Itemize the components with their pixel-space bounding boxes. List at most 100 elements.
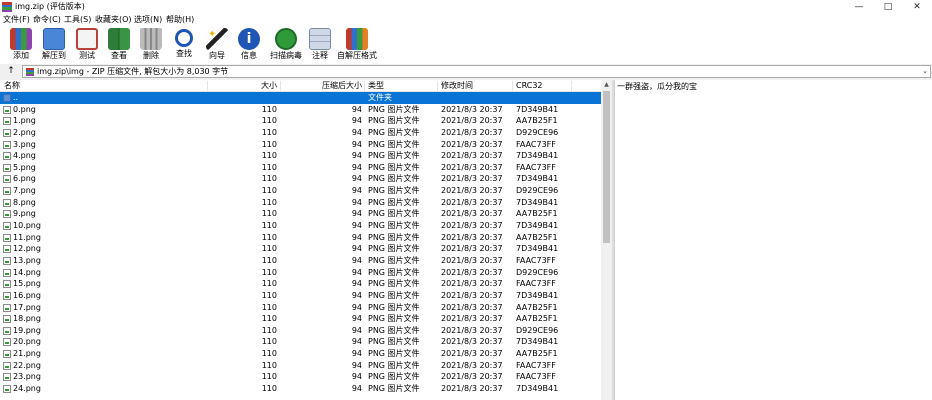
png-file-icon	[3, 361, 11, 370]
file-crc: 7D349B41	[516, 290, 559, 300]
file-row[interactable]: 6.png 110 94 PNG 图片文件 2021/8/3 20:37 7D349B41	[0, 173, 601, 185]
file-modified: 2021/8/3 20:37	[441, 314, 503, 324]
maximize-button[interactable]: □	[873, 0, 903, 14]
delete-button[interactable]: 删除	[136, 26, 166, 64]
file-row[interactable]: 21.png 110 94 PNG 图片文件 2021/8/3 20:37 AA7B25F…	[0, 348, 601, 360]
file-row[interactable]: 16.png 110 94 PNG 图片文件 2021/8/3 20:37 7D349B4…	[0, 290, 601, 302]
file-row[interactable]: 10.png 110 94 PNG 图片文件 2021/8/3 20:37 7D349B4…	[0, 220, 601, 232]
file-row[interactable]: 0.png 110 94 PNG 图片文件 2021/8/3 20:37 7D349B41	[0, 104, 601, 116]
menu-help[interactable]: 帮助(H)	[166, 14, 194, 26]
file-packed-size: 94	[351, 255, 362, 265]
path-field[interactable]: img.zip\img - ZIP 压缩文件, 解包大小为 8,030 字节 ⌄	[22, 65, 931, 78]
file-crc: FAAC73FF	[516, 360, 556, 370]
file-crc: FAAC73FF	[516, 279, 556, 289]
file-row[interactable]: 23.png 110 94 PNG 图片文件 2021/8/3 20:37 FAAC73F…	[0, 371, 601, 383]
view-button[interactable]: 查看	[104, 26, 134, 64]
file-row[interactable]: 14.png 110 94 PNG 图片文件 2021/8/3 20:37 D929CE9…	[0, 267, 601, 279]
extract-to-button[interactable]: 解压到	[38, 26, 70, 64]
extract-folder-icon	[43, 28, 65, 50]
file-name: 9.png	[13, 209, 36, 219]
png-file-icon	[3, 175, 11, 184]
file-type: PNG 图片文件	[368, 372, 420, 382]
info-button[interactable]: i 信息	[234, 26, 264, 64]
menu-tools[interactable]: 工具(S)	[64, 14, 91, 26]
file-row[interactable]: 15.png 110 94 PNG 图片文件 2021/8/3 20:37 FAAC73F…	[0, 278, 601, 290]
comment-button[interactable]: 注释	[306, 26, 334, 64]
file-size: 110	[261, 186, 277, 196]
up-arrow-icon[interactable]: ↑	[4, 65, 18, 78]
file-packed-size: 94	[351, 302, 362, 312]
column-type[interactable]: 类型	[368, 80, 384, 92]
file-type: PNG 图片文件	[368, 127, 420, 137]
file-size: 110	[261, 360, 277, 370]
minimize-button[interactable]: —	[844, 0, 874, 14]
file-crc: 7D349B41	[516, 337, 559, 347]
file-row[interactable]: 5.png 110 94 PNG 图片文件 2021/8/3 20:37 FAAC73FF	[0, 162, 601, 174]
menu-file[interactable]: 文件(F)	[3, 14, 30, 26]
menu-favorites[interactable]: 收藏夹(O)	[95, 14, 132, 26]
column-divider[interactable]	[364, 81, 365, 91]
column-divider[interactable]	[280, 81, 281, 91]
file-name: 0.png	[13, 104, 36, 114]
file-name: ..	[13, 93, 19, 102]
column-divider[interactable]	[207, 81, 208, 91]
file-row[interactable]: 24.png 110 94 PNG 图片文件 2021/8/3 20:37 7D349B4…	[0, 383, 601, 395]
file-name: 11.png	[13, 232, 41, 242]
scroll-up-icon[interactable]: ▲	[601, 80, 612, 90]
file-name: 1.png	[13, 116, 36, 126]
file-row[interactable]: 2.png 110 94 PNG 图片文件 2021/8/3 20:37 D929CE96	[0, 127, 601, 139]
png-file-icon	[3, 245, 11, 254]
virus-scan-button[interactable]: 扫描病毒	[266, 26, 306, 64]
column-packed[interactable]: 压缩后大小	[322, 80, 362, 92]
close-button[interactable]: ✕	[902, 0, 932, 14]
column-modified[interactable]: 修改时间	[441, 80, 473, 92]
file-packed-size: 94	[351, 349, 362, 359]
file-row[interactable]: 20.png 110 94 PNG 图片文件 2021/8/3 20:37 7D349B4…	[0, 336, 601, 348]
column-crc[interactable]: CRC32	[516, 80, 543, 92]
chevron-down-icon[interactable]: ⌄	[922, 66, 928, 77]
file-packed-size: 94	[351, 325, 362, 335]
column-size[interactable]: 大小	[261, 80, 277, 92]
virus-scan-icon	[275, 28, 297, 50]
file-row[interactable]: 17.png 110 94 PNG 图片文件 2021/8/3 20:37 AA7B25F…	[0, 302, 601, 314]
file-row[interactable]: 11.png 110 94 PNG 图片文件 2021/8/3 20:37 AA7B25F…	[0, 232, 601, 244]
file-row[interactable]: 7.png 110 94 PNG 图片文件 2021/8/3 20:37 D929CE96	[0, 185, 601, 197]
column-name[interactable]: 名称	[4, 80, 20, 92]
file-row[interactable]: 22.png 110 94 PNG 图片文件 2021/8/3 20:37 FAAC73F…	[0, 360, 601, 372]
sfx-button[interactable]: 自解压格式	[336, 26, 378, 64]
file-row[interactable]: 13.png 110 94 PNG 图片文件 2021/8/3 20:37 FAAC73F…	[0, 255, 601, 267]
file-row[interactable]: 8.png 110 94 PNG 图片文件 2021/8/3 20:37 7D349B41	[0, 197, 601, 209]
file-type: PNG 图片文件	[368, 104, 420, 114]
add-button[interactable]: 添加	[6, 26, 36, 64]
file-crc: AA7B25F1	[516, 314, 558, 324]
comment-pane: 一群强盗，瓜分我的宝	[614, 80, 932, 400]
column-divider[interactable]	[512, 81, 513, 91]
wizard-button[interactable]: ✦ 向导	[202, 26, 232, 64]
parent-folder-row[interactable]: .. 文件夹	[0, 92, 601, 104]
find-button[interactable]: 查找	[168, 26, 200, 64]
png-file-icon	[3, 152, 11, 161]
file-row[interactable]: 12.png 110 94 PNG 图片文件 2021/8/3 20:37 7D349B4…	[0, 243, 601, 255]
column-divider[interactable]	[571, 81, 572, 91]
png-file-icon	[3, 233, 11, 242]
file-row[interactable]: 18.png 110 94 PNG 图片文件 2021/8/3 20:37 AA7B25F…	[0, 313, 601, 325]
file-size: 110	[261, 151, 277, 161]
file-row[interactable]: 9.png 110 94 PNG 图片文件 2021/8/3 20:37 AA7B25F1	[0, 208, 601, 220]
file-modified: 2021/8/3 20:37	[441, 221, 503, 231]
find-label: 查找	[176, 49, 192, 58]
menu-options[interactable]: 选项(N)	[134, 14, 162, 26]
file-type: PNG 图片文件	[368, 255, 420, 265]
column-divider[interactable]	[437, 81, 438, 91]
file-crc: D929CE96	[516, 186, 559, 196]
file-modified: 2021/8/3 20:37	[441, 337, 503, 347]
test-button[interactable]: 测试	[72, 26, 102, 64]
menu-commands[interactable]: 命令(C)	[33, 14, 61, 26]
file-row[interactable]: 3.png 110 94 PNG 图片文件 2021/8/3 20:37 FAAC73FF	[0, 139, 601, 151]
file-row[interactable]: 1.png 110 94 PNG 图片文件 2021/8/3 20:37 AA7B25F1	[0, 115, 601, 127]
vertical-scrollbar[interactable]: ▲	[601, 80, 612, 400]
file-row[interactable]: 19.png 110 94 PNG 图片文件 2021/8/3 20:37 D929CE9…	[0, 325, 601, 337]
png-file-icon	[3, 187, 11, 196]
scroll-thumb[interactable]	[603, 91, 610, 243]
file-row[interactable]: 4.png 110 94 PNG 图片文件 2021/8/3 20:37 7D349B41	[0, 150, 601, 162]
file-modified: 2021/8/3 20:37	[441, 232, 503, 242]
